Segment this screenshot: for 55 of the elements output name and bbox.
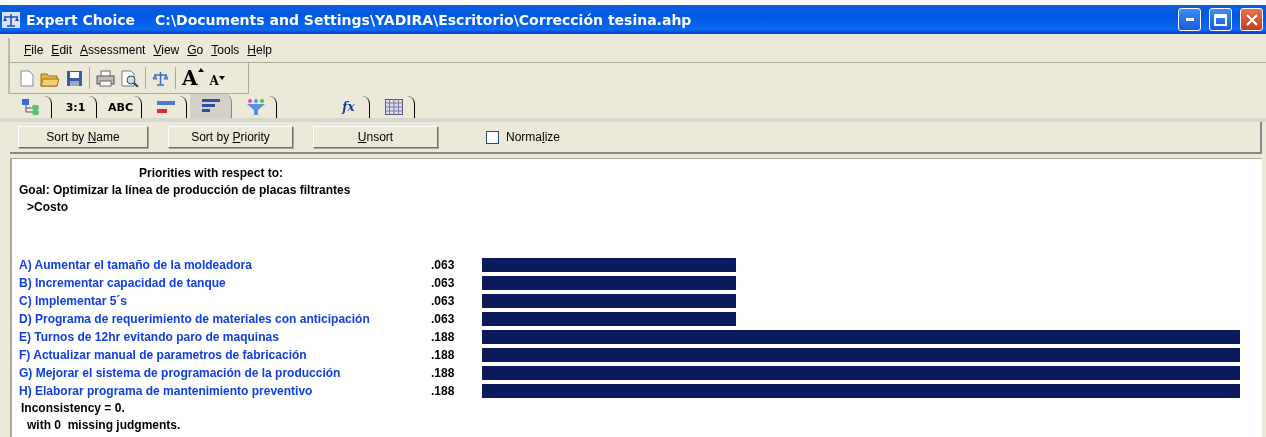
down-arrow-icon bbox=[218, 76, 225, 80]
alternative-label: F) Actualizar manual de parametros de fabricación bbox=[19, 348, 308, 362]
close-icon bbox=[1245, 13, 1258, 26]
alternative-label: E) Turnos de 12hr evitando paro de maquinas bbox=[19, 330, 280, 344]
priority-value: .188 bbox=[431, 348, 456, 362]
grid-icon bbox=[384, 99, 403, 115]
priority-value: .063 bbox=[431, 258, 456, 272]
tree-icon bbox=[21, 99, 40, 115]
goal-text: Goal: Optimizar la línea de producción de placas filtrantes bbox=[19, 183, 351, 197]
funnel-icon bbox=[245, 99, 266, 115]
increase-font-button[interactable]: A bbox=[182, 66, 204, 90]
menu-item[interactable]: Help bbox=[243, 41, 276, 59]
alternative-label: B) Incrementar capacidad de tanque bbox=[19, 276, 227, 290]
app-name: Expert Choice bbox=[26, 11, 136, 28]
printer-icon[interactable] bbox=[96, 69, 115, 87]
menu-item[interactable]: Go bbox=[183, 41, 208, 59]
window-title: C:\Documents and Settings\YADIRA\Escritorio\Corrección tesina.ahp bbox=[155, 11, 692, 28]
alternative-label: C) Implementar 5´s bbox=[19, 294, 129, 308]
normalize-checkbox[interactable] bbox=[486, 130, 499, 144]
up-arrow-icon bbox=[197, 68, 204, 72]
menu-item[interactable]: Assessment bbox=[76, 41, 150, 59]
alternative-label: D) Programa de requerimiento de materiales con anticipación bbox=[19, 312, 371, 326]
priority-value: .188 bbox=[431, 384, 456, 398]
priority-value: .063 bbox=[431, 294, 456, 308]
maximize-button[interactable] bbox=[1209, 8, 1232, 31]
missing-judgments-text: with 0 missing judgments. bbox=[27, 418, 181, 432]
alternative-label: H) Elaborar programa de mantenimiento preventivo bbox=[19, 384, 314, 398]
sorted-bars-icon bbox=[201, 99, 220, 113]
alternative-label: G) Mejorar el sistema de programación de la producción bbox=[19, 366, 342, 380]
priority-value: .063 bbox=[431, 312, 456, 326]
decrease-font-button[interactable]: A bbox=[209, 68, 225, 88]
bar-icon bbox=[156, 101, 175, 113]
priority-value: .063 bbox=[431, 276, 456, 290]
balance-scale-icon bbox=[2, 11, 20, 28]
normalize-label: Normalize bbox=[506, 130, 561, 144]
balance-scale-icon[interactable] bbox=[152, 69, 169, 87]
view-tab[interactable] bbox=[190, 94, 232, 118]
menu-item[interactable]: File bbox=[20, 41, 48, 59]
sort-button[interactable]: Sort by Priority bbox=[168, 126, 293, 148]
priority-value: .188 bbox=[431, 330, 456, 344]
menu-item[interactable]: View bbox=[149, 41, 184, 59]
minimize-button[interactable] bbox=[1178, 8, 1201, 31]
inconsistency-text: Inconsistency = 0. bbox=[21, 401, 125, 415]
alternative-label: A) Aumentar el tamaño de la moldeadora bbox=[19, 258, 253, 272]
print-preview-icon[interactable] bbox=[121, 69, 139, 87]
sort-button[interactable]: Sort by Name bbox=[18, 126, 148, 148]
menu-item[interactable]: Edit bbox=[47, 41, 77, 59]
report-heading: Priorities with respect to: bbox=[139, 166, 284, 180]
sort-button[interactable]: Unsort bbox=[313, 126, 438, 148]
node-text: >Costo bbox=[27, 200, 68, 214]
minimize-icon bbox=[1185, 18, 1194, 21]
close-button[interactable] bbox=[1240, 8, 1263, 31]
maximize-icon bbox=[1214, 13, 1227, 26]
menu-item[interactable]: Tools bbox=[207, 41, 244, 59]
priority-value: .188 bbox=[431, 366, 456, 380]
